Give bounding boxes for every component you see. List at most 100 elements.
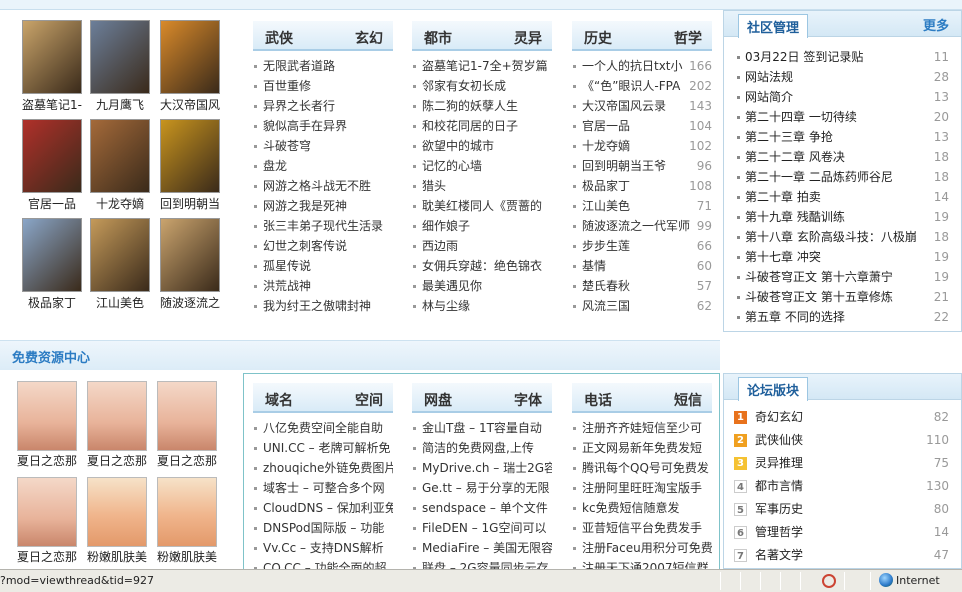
item-link[interactable]: 简洁的免费网盘,上传 xyxy=(422,438,552,458)
list-item[interactable]: 无限武者道路 xyxy=(253,56,393,76)
list-item[interactable]: zhouqiche外链免费图片 xyxy=(253,458,393,478)
book-item[interactable]: 回到明朝当 xyxy=(157,119,223,212)
list-item[interactable]: 大汉帝国风云录 143 xyxy=(572,96,712,116)
item-link[interactable]: 貌似高手在异界 xyxy=(263,116,393,136)
list-item[interactable]: 一个人的抗日txt小 166 xyxy=(572,56,712,76)
item-link[interactable]: 楚氏春秋 xyxy=(582,276,712,296)
photo-item[interactable]: 夏日之恋那 xyxy=(12,477,82,565)
forum-item[interactable]: 3 灵异推理 75 xyxy=(724,452,961,475)
community-link[interactable]: 03月22日 签到记录贴 xyxy=(745,50,863,64)
list-item[interactable]: 《“色”眼识人-FPA 202 xyxy=(572,76,712,96)
book-cover[interactable] xyxy=(22,218,82,292)
list-item[interactable]: 邻家有女初长成 xyxy=(412,76,552,96)
list-item[interactable]: MyDrive.ch – 瑞士2G容 xyxy=(412,458,552,478)
list-item[interactable]: 步步生莲 66 xyxy=(572,236,712,256)
item-link[interactable]: 基情 xyxy=(582,256,712,276)
item-link[interactable]: 斗破苍穹 xyxy=(263,136,393,156)
list-item[interactable]: 陈二狗的妖孽人生 xyxy=(412,96,552,116)
item-link[interactable]: 亚昔短信平台免费发手 xyxy=(582,518,712,538)
community-item[interactable]: 03月22日 签到记录贴 11 xyxy=(724,47,961,67)
forum-item[interactable]: 1 奇幻玄幻 82 xyxy=(724,406,961,429)
book-title[interactable]: 回到明朝当 xyxy=(157,196,223,212)
item-link[interactable]: 腾讯每个QQ号可免费发 xyxy=(582,458,712,478)
book-cover[interactable] xyxy=(90,218,150,292)
photo-thumbnail[interactable] xyxy=(157,381,217,451)
community-link[interactable]: 第十七章 冲突 xyxy=(745,250,821,264)
list-item[interactable]: 盘龙 xyxy=(253,156,393,176)
list-item[interactable]: Ge.tt – 易于分享的无限 xyxy=(412,478,552,498)
list-item[interactable]: 风流三国 62 xyxy=(572,296,712,316)
item-link[interactable]: 盗墓笔记1-7全+贺岁篇 xyxy=(422,56,552,76)
list-item[interactable]: 女佣兵穿越：绝色锦衣 xyxy=(412,256,552,276)
item-link[interactable]: 回到明朝当王爷 xyxy=(582,156,712,176)
column-header-left[interactable]: 历史 xyxy=(584,28,612,48)
column-header-right[interactable]: 字体 xyxy=(514,390,542,410)
book-item[interactable]: 大汉帝国风 xyxy=(157,20,223,113)
list-item[interactable]: 腾讯每个QQ号可免费发 xyxy=(572,458,712,478)
community-item[interactable]: 网站法规 28 xyxy=(724,67,961,87)
photo-item[interactable]: 夏日之恋那 xyxy=(82,381,152,469)
list-item[interactable]: 异界之长者行 xyxy=(253,96,393,116)
book-cover[interactable] xyxy=(160,20,220,94)
item-link[interactable]: 金山T盘 – 1T容量自动 xyxy=(422,418,552,438)
photo-title[interactable]: 夏日之恋那 xyxy=(12,453,82,469)
community-link[interactable]: 斗破苍穹正文 第十六章萧宁 xyxy=(745,270,893,284)
item-link[interactable]: zhouqiche外链免费图片 xyxy=(263,458,393,478)
forum-link[interactable]: 奇幻玄幻 xyxy=(755,410,803,424)
book-item[interactable]: 官居一品 xyxy=(19,119,85,212)
item-link[interactable]: 洪荒战神 xyxy=(263,276,393,296)
item-link[interactable]: UNI.CC – 老牌可解析免 xyxy=(263,438,393,458)
list-item[interactable]: Vv.Cc – 支持DNS解析 xyxy=(253,538,393,558)
security-zone[interactable]: Internet xyxy=(879,573,940,587)
community-link[interactable]: 第二十三章 争抢 xyxy=(745,130,833,144)
list-item[interactable]: CloudDNS – 保加利亚免 xyxy=(253,498,393,518)
photo-item[interactable]: 粉嫩肌肤美 xyxy=(152,477,222,565)
item-link[interactable]: 西边雨 xyxy=(422,236,552,256)
list-item[interactable]: 金山T盘 – 1T容量自动 xyxy=(412,418,552,438)
list-item[interactable]: 斗破苍穹 xyxy=(253,136,393,156)
list-item[interactable]: 官居一品 104 xyxy=(572,116,712,136)
forum-link[interactable]: 军事历史 xyxy=(755,502,803,516)
photo-title[interactable]: 夏日之恋那 xyxy=(82,453,152,469)
community-item[interactable]: 第十八章 玄阶高级斗技：八极崩 18 xyxy=(724,227,961,247)
list-item[interactable]: 孤星传说 xyxy=(253,256,393,276)
item-link[interactable]: kc免费短信随意发 xyxy=(582,498,712,518)
item-link[interactable]: 正文网易新年免费发短 xyxy=(582,438,712,458)
community-link[interactable]: 第五章 不同的选择 xyxy=(745,310,845,324)
forum-link[interactable]: 武侠仙侠 xyxy=(755,433,803,447)
list-item[interactable]: 回到明朝当王爷 96 xyxy=(572,156,712,176)
item-link[interactable]: 异界之长者行 xyxy=(263,96,393,116)
book-item[interactable]: 九月鹰飞 xyxy=(87,20,153,113)
item-link[interactable]: Ge.tt – 易于分享的无限 xyxy=(422,478,552,498)
list-item[interactable]: 随波逐流之一代军师 99 xyxy=(572,216,712,236)
list-item[interactable]: 欲望中的城市 xyxy=(412,136,552,156)
item-link[interactable]: 我为纣王之傲啸封神 xyxy=(263,296,393,316)
list-item[interactable]: 张三丰弟子现代生活录 xyxy=(253,216,393,236)
community-item[interactable]: 第二十二章 风卷决 18 xyxy=(724,147,961,167)
popup-blocked-icon[interactable] xyxy=(822,574,836,588)
item-link[interactable]: 无限武者道路 xyxy=(263,56,393,76)
book-cover[interactable] xyxy=(22,20,82,94)
list-item[interactable]: FileDEN – 1G空间可以 xyxy=(412,518,552,538)
list-item[interactable]: 细作娘子 xyxy=(412,216,552,236)
photo-thumbnail[interactable] xyxy=(17,477,77,547)
book-cover[interactable] xyxy=(90,119,150,193)
item-link[interactable]: 和校花同居的日子 xyxy=(422,116,552,136)
item-link[interactable]: 随波逐流之一代军师 xyxy=(582,216,712,236)
photo-thumbnail[interactable] xyxy=(157,477,217,547)
community-link[interactable]: 网站法规 xyxy=(745,70,793,84)
item-link[interactable]: MyDrive.ch – 瑞士2G容 xyxy=(422,458,552,478)
photo-item[interactable]: 夏日之恋那 xyxy=(152,381,222,469)
photo-thumbnail[interactable] xyxy=(87,381,147,451)
forum-item[interactable]: 2 武侠仙侠 110 xyxy=(724,429,961,452)
item-link[interactable]: 孤星传说 xyxy=(263,256,393,276)
list-item[interactable]: 貌似高手在异界 xyxy=(253,116,393,136)
forum-item[interactable]: 7 名著文学 47 xyxy=(724,544,961,567)
community-link[interactable]: 斗破苍穹正文 第十五章修炼 xyxy=(745,290,893,304)
book-title[interactable]: 随波逐流之 xyxy=(157,295,223,311)
photo-title[interactable]: 粉嫩肌肤美 xyxy=(152,549,222,565)
list-item[interactable]: 和校花同居的日子 xyxy=(412,116,552,136)
community-link[interactable]: 第二十二章 风卷决 xyxy=(745,150,845,164)
item-link[interactable]: 欲望中的城市 xyxy=(422,136,552,156)
item-link[interactable]: 百世重修 xyxy=(263,76,393,96)
